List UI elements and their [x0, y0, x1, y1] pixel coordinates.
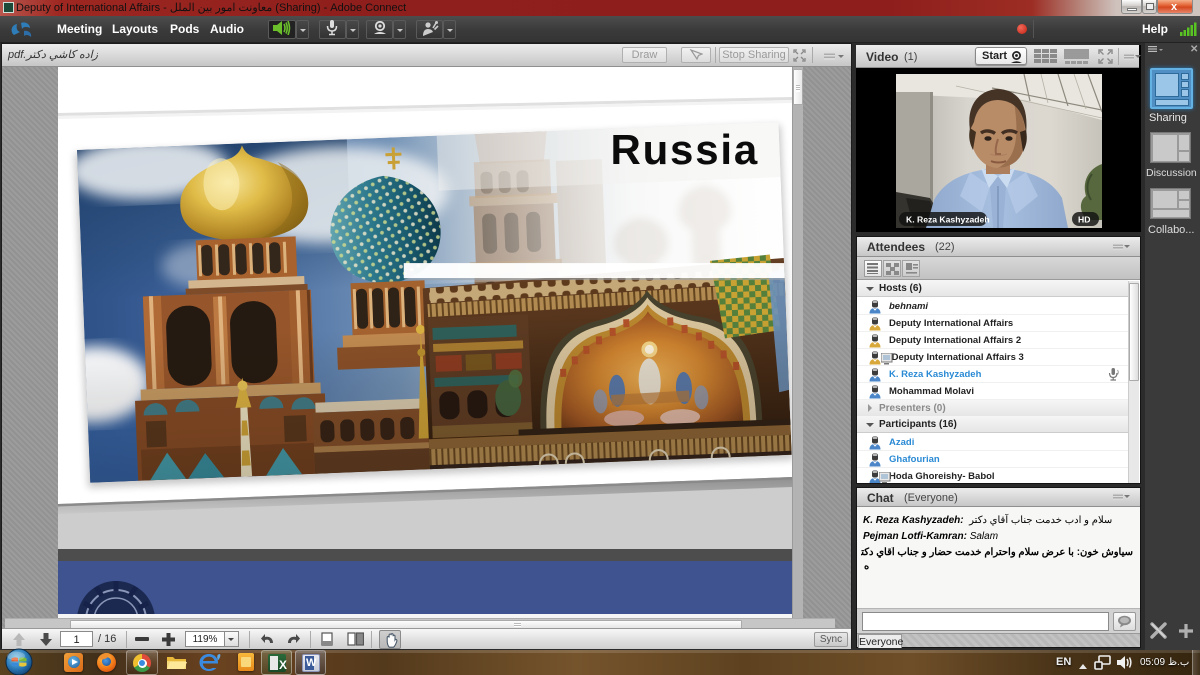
- svg-text:K. Reza Kashyzadeh: K. Reza Kashyzadeh: [906, 215, 990, 225]
- svg-text:Russia: Russia: [610, 126, 759, 173]
- svg-text:HD: HD: [1078, 215, 1090, 225]
